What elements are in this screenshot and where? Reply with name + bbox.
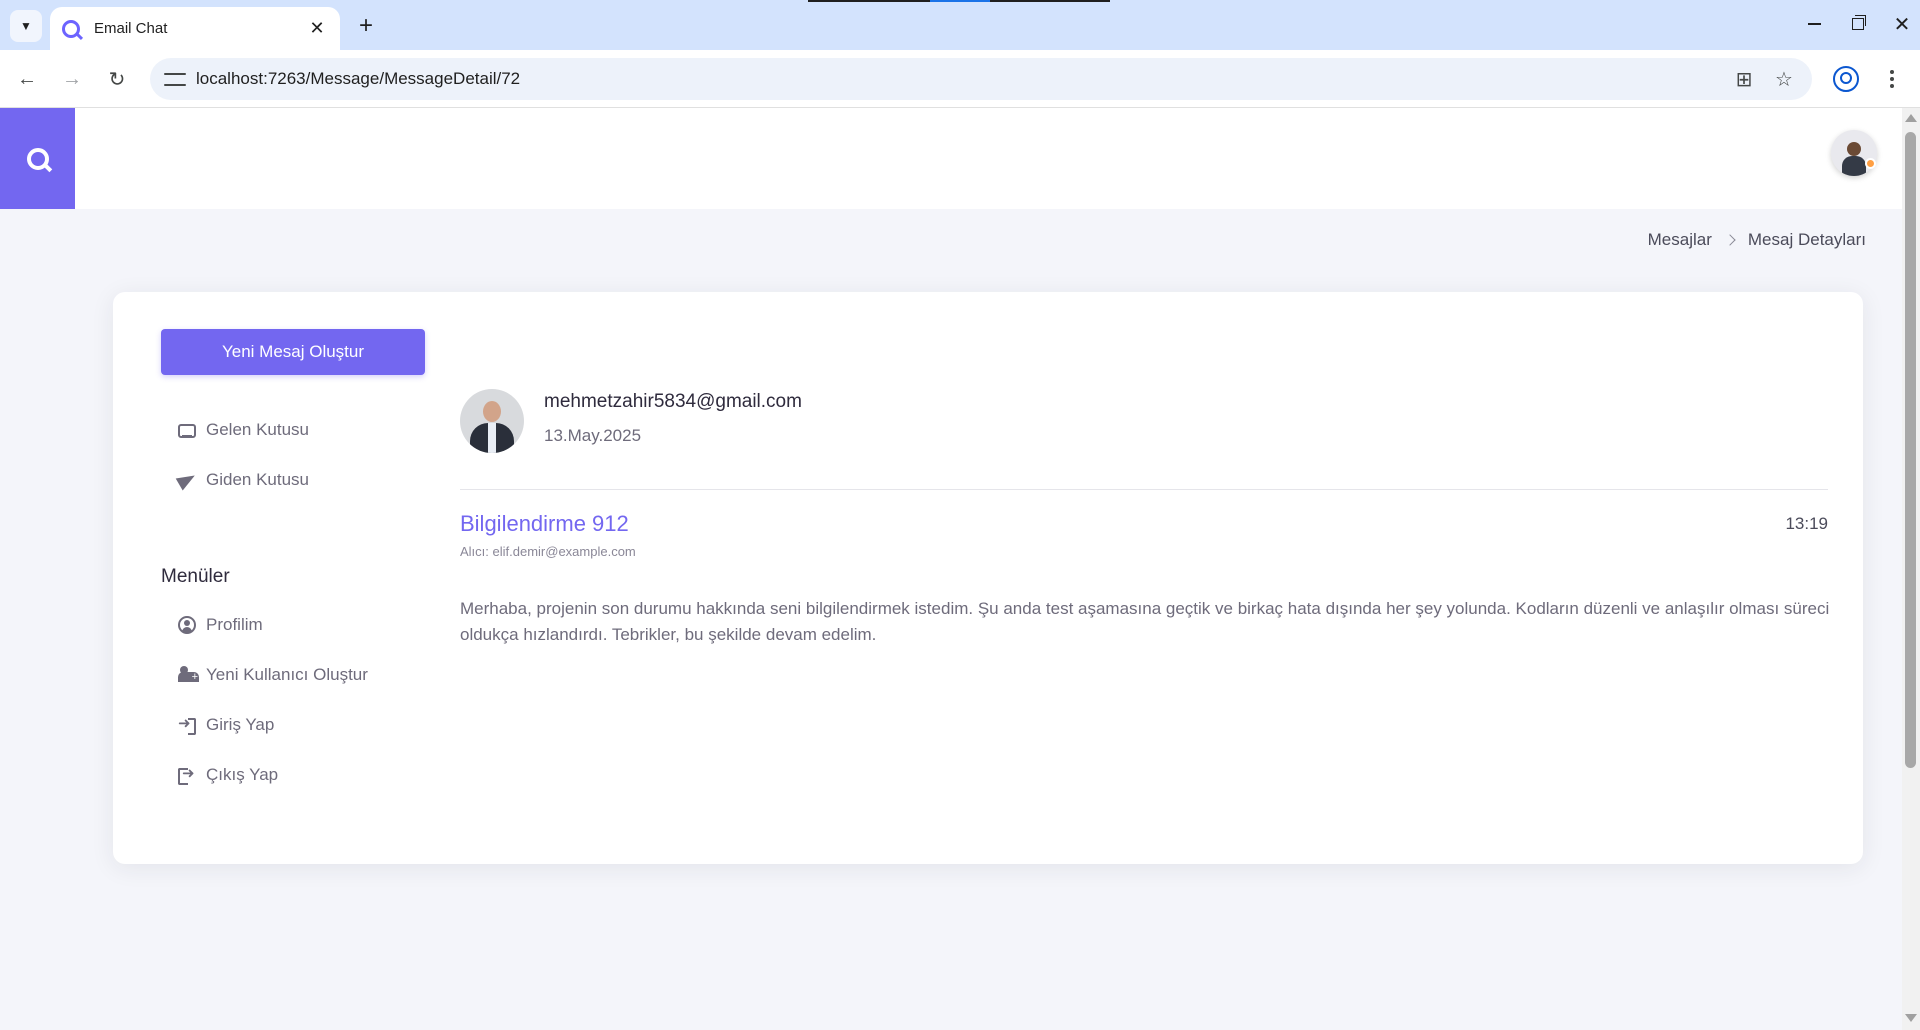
sidebar-item-profile[interactable]: Profilim [178,611,263,639]
message-subject: Bilgilendirme 912 [460,511,629,536]
message-date: 13.May.2025 [544,426,642,445]
sender-email: mehmetzahir5834@gmail.com [544,391,802,412]
scroll-down-arrow-icon[interactable] [1905,1014,1917,1022]
back-button[interactable]: ← [11,63,43,95]
new-tab-button[interactable]: + [352,12,380,40]
user-avatar[interactable] [1831,130,1877,176]
message-card [113,292,1863,864]
logo-icon [26,147,49,170]
reload-button[interactable]: ↻ [101,63,133,95]
send-icon [178,471,196,489]
arrow-left-icon: ← [17,67,37,90]
close-window-button[interactable]: ✕ [1884,8,1920,40]
scrollbar-thumb[interactable] [1905,132,1916,768]
sidebar-item-label: Giden Kutusu [206,470,310,489]
app-logo[interactable] [0,108,75,209]
sidebar-item-logout[interactable]: Çıkış Yap [178,761,278,789]
minimize-icon [1807,23,1821,25]
loading-indicator-active [930,0,990,2]
breadcrumb-message-details: Mesaj Detayları [1747,230,1866,249]
breadcrumb-messages[interactable]: Mesajlar [1648,230,1712,250]
minimize-button[interactable] [1796,8,1832,40]
chevron-down-icon: ▼ [20,19,32,33]
app-favicon-icon [62,19,80,38]
bookmark-star-icon[interactable]: ☆ [1770,66,1798,92]
user-circle-icon [178,616,196,634]
sidebar-item-label: Yeni Kullanıcı Oluştur [206,665,368,684]
sidebar-item-label: Giriş Yap [206,715,275,734]
chevron-right-icon [1724,234,1736,246]
close-icon: ✕ [1893,13,1911,36]
sidebar-item-sent[interactable]: Giden Kutusu [178,466,309,494]
user-plus-icon [178,666,199,684]
browser-tab[interactable]: Email Chat ✕ [50,7,340,50]
status-indicator [1865,158,1876,169]
message-body: Merhaba, projenin son durumu hakkında se… [460,599,1830,644]
compose-message-button[interactable]: Yeni Mesaj Oluştur [161,329,425,375]
tab-search-button[interactable]: ▼ [10,10,42,42]
url-text[interactable]: localhost:7263/Message/MessageDetail/72 [196,68,520,90]
sign-in-icon [178,714,196,735]
sidebar-item-new-user[interactable]: Yeni Kullanıcı Oluştur [178,661,368,689]
inbox-icon [178,424,196,438]
sign-out-icon [178,764,196,785]
sender-avatar [460,389,524,453]
breadcrumb: Mesajlar Mesaj Detayları [1648,230,1866,250]
tab-title: Email Chat [94,20,168,37]
divider [460,489,1828,490]
browser-profile-icon[interactable] [1833,66,1859,92]
translate-icon[interactable]: ⊞ [1730,66,1758,92]
message-recipient: Alıcı: elif.demir@example.com [460,544,636,559]
browser-menu-icon[interactable] [1880,64,1904,94]
sidebar-item-label: Profilim [206,615,263,634]
message-time: 13:19 [1785,514,1828,533]
sidebar-item-label: Çıkış Yap [206,765,279,784]
scroll-up-arrow-icon[interactable] [1905,114,1917,122]
arrow-right-icon: → [62,67,82,90]
reload-icon: ↻ [108,68,126,91]
menu-heading: Menüler [161,566,230,587]
restore-button[interactable] [1840,8,1876,40]
sidebar-item-login[interactable]: Giriş Yap [178,711,274,739]
forward-button[interactable]: → [56,63,88,95]
site-settings-icon[interactable] [164,68,186,90]
sidebar-item-label: Gelen Kutusu [206,420,310,439]
restore-icon [1852,15,1866,30]
sidebar-item-inbox[interactable]: Gelen Kutusu [178,416,309,444]
close-tab-icon[interactable]: ✕ [306,18,328,39]
app-header [0,108,1902,209]
